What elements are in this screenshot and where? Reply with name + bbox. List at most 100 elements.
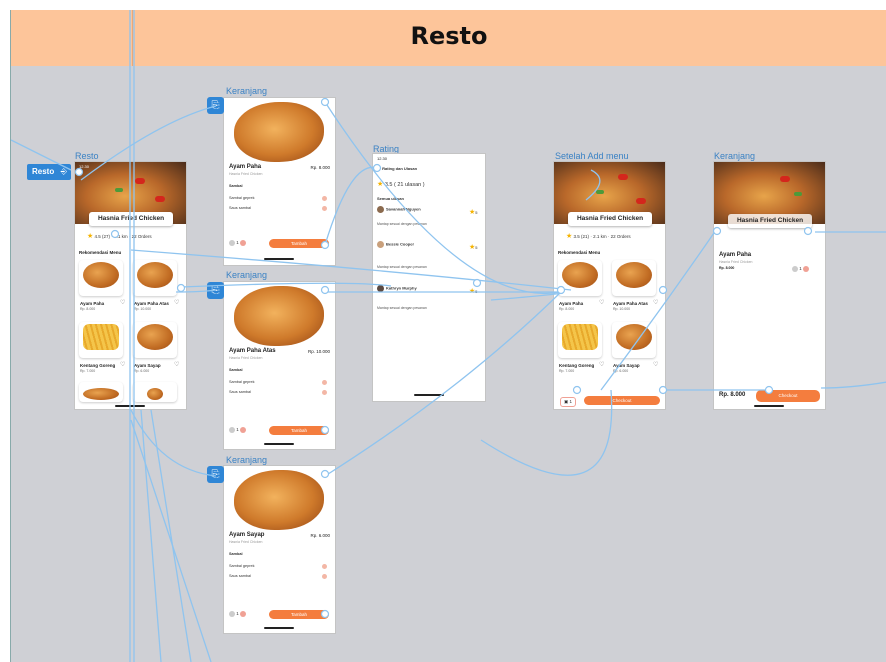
home-indicator [414,394,444,396]
frame-cart-final[interactable]: Hasnia Fried Chicken Ayam Paha Hasnia Fr… [714,162,825,409]
review-text: Mantap sesuai dengan pesanan [377,306,427,310]
add-button[interactable]: Tambah [269,426,329,435]
rating-score-text: 3.5 ( 21 ulasan ) [384,182,425,188]
option-radio[interactable] [322,564,327,569]
home-indicator [115,405,145,407]
menu-card-ayam-paha[interactable] [79,260,123,296]
option-label: Saus sambal [229,574,251,578]
menu-card-ayam-paha-atas[interactable] [133,260,177,296]
menu-price: Rp. 8.000 [559,307,575,311]
heart-icon[interactable]: ♡ [174,361,179,368]
product-price: Rp. 10.000 [307,349,330,354]
qty-stepper[interactable]: 1 [229,240,247,246]
option-label: Sambal [229,552,243,556]
link-icon: ⎆ [60,167,67,176]
product-subtitle: Hasnia Fried Chicken [229,356,263,360]
rating-value: 3.5 (21) [573,234,590,239]
frame-label-after-add: Setelah Add menu [555,151,629,161]
menu-card-kentang-goreng[interactable] [79,322,123,358]
home-indicator [264,258,294,260]
frame-cart1[interactable]: Ayam Paha Rp. 8.000 Hasnia Fried Chicken… [224,98,335,265]
rating-score: ★ 3.5 ( 21 ulasan ) [377,180,425,188]
back-icon[interactable]: ← [377,166,381,171]
page-title: Resto [410,22,488,50]
menu-price: Rp. 7.000 [559,369,575,373]
review-stars-value: 5 [475,210,478,215]
frame-home[interactable]: 12.30 Hasnia Fried Chicken ★ 4.5 (27) · … [75,162,186,409]
menu-card-ayam-sayap[interactable] [612,322,656,358]
frame-rating[interactable]: 12.30 ← Rating dan Ulasan ★ 3.5 ( 21 ula… [373,154,485,401]
option-radio[interactable] [322,196,327,201]
checkout-button[interactable]: Checkout [584,396,660,405]
qty-value: 1 [236,240,239,246]
product-title: Ayam Paha [229,164,262,170]
menu-name: Ayam Sayap [613,363,640,368]
flow-start-resto[interactable]: Resto ⎆ [27,164,71,180]
menu-price: Rp. 6.000 [134,369,150,373]
checkout-button[interactable]: Checkout [756,390,820,402]
qty-value: 1 [799,266,802,272]
menu-card-more-1[interactable] [79,382,123,402]
restaurant-meta: ★ 4.5 (27) · 2.1 km · 22 Orders [87,233,152,240]
link-node-cart2[interactable]: ⎘ [207,282,224,299]
frame-label-home: Resto [75,151,99,161]
orders-value: 22 Orders [610,234,631,239]
orders-value: 22 Orders [131,234,152,239]
cart-count-badge[interactable]: ▣ 1 [560,397,577,407]
heart-icon[interactable]: ♡ [120,361,125,368]
all-reviews-title: Semua ulasan [377,196,404,201]
restaurant-name: Hasnia Fried Chicken [568,212,652,226]
menu-card-ayam-paha[interactable] [558,260,602,296]
option-radio[interactable] [322,390,327,395]
qty-value: 1 [236,427,239,433]
star-icon: ★ [87,233,94,240]
menu-card-more-2[interactable] [133,382,177,402]
heart-icon[interactable]: ♡ [653,299,658,306]
reviewer-name: Bessie Cooper [386,241,415,247]
link-node-cart3[interactable]: ⎘ [207,466,224,483]
add-button[interactable]: Tambah [269,239,329,248]
product-title: Ayam Sayap [229,532,265,538]
review-stars: ★5 [469,287,478,295]
menu-card-ayam-paha-atas[interactable] [612,260,656,296]
link-node-cart1[interactable]: ⎘ [207,97,224,114]
heart-icon[interactable]: ♡ [174,299,179,306]
option-label: Sambal [229,184,243,188]
product-price: Rp. 6.000 [310,533,330,538]
menu-name: Kentang Goreng [559,363,595,368]
avatar [377,285,384,292]
option-radio[interactable] [322,574,327,579]
menu-name: Ayam Paha Atas [134,301,169,306]
qty-value: 1 [236,611,239,617]
option-radio[interactable] [322,206,327,211]
frame-after-add[interactable]: Hasnia Fried Chicken ★ 3.5 (21) · 2.1 km… [554,162,665,409]
qty-stepper[interactable]: 1 [229,611,247,617]
reviewer-name: Kathryn Murphy [386,285,417,291]
heart-icon[interactable]: ♡ [599,299,604,306]
heart-icon[interactable]: ♡ [599,361,604,368]
menu-price: Rp. 10.000 [134,307,152,311]
menu-price: Rp. 8.000 [80,307,96,311]
frame-label-cart1: Keranjang [226,86,268,96]
menu-card-kentang-goreng[interactable] [558,322,602,358]
avatar [377,241,384,248]
qty-stepper[interactable]: 1 [792,266,810,272]
menu-name: Ayam Sayap [134,363,161,368]
restaurant-meta: ★ 3.5 (21) · 2.1 km · 22 Orders [566,233,631,240]
heart-icon[interactable]: ♡ [120,299,125,306]
frame-cart3[interactable]: Ayam Sayap Rp. 6.000 Hasnia Fried Chicke… [224,466,335,633]
frame-cart2[interactable]: Ayam Paha Atas Rp. 10.000 Hasnia Fried C… [224,282,335,449]
frame-label-cart2: Keranjang [226,270,268,280]
product-image [234,102,324,162]
option-radio[interactable] [322,380,327,385]
status-time: 12.30 [79,164,90,169]
menu-card-ayam-sayap[interactable] [133,322,177,358]
restaurant-name: Hasnia Fried Chicken [89,212,173,226]
add-button[interactable]: Tambah [269,610,329,619]
option-label: Saus sambal [229,206,251,210]
status-time: 12.30 [377,156,388,161]
frame-label-cart-final: Keranjang [714,151,756,161]
heart-icon[interactable]: ♡ [653,361,658,368]
menu-name: Kentang Goreng [80,363,116,368]
qty-stepper[interactable]: 1 [229,427,247,433]
